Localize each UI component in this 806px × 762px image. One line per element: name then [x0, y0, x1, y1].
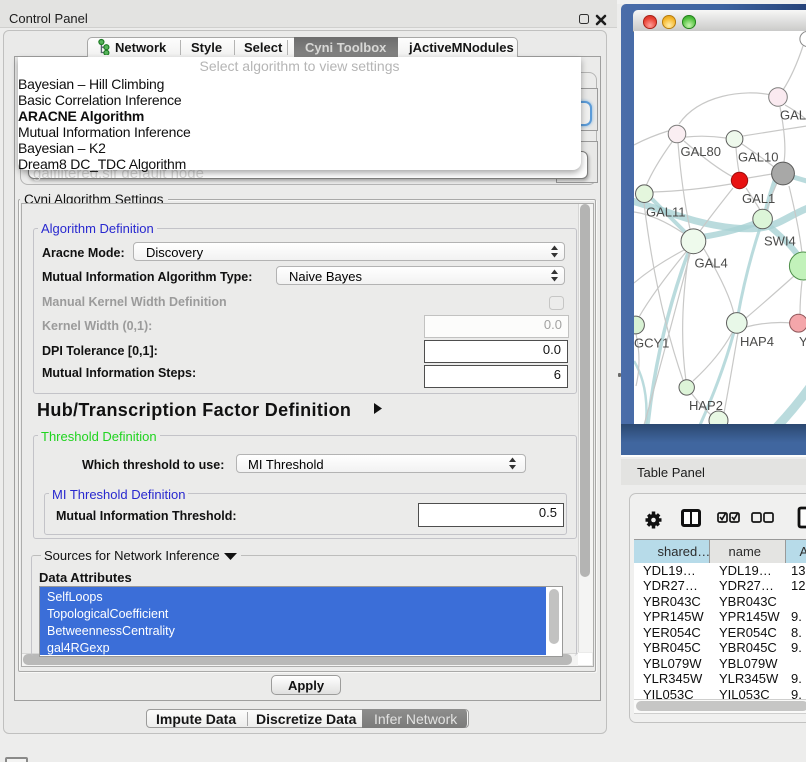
svg-text:GAL11: GAL11: [646, 205, 686, 220]
svg-text:SWI4: SWI4: [764, 234, 796, 249]
svg-text:HAP2: HAP2: [689, 398, 723, 413]
svg-text:GAL4: GAL4: [694, 256, 727, 271]
svg-text:YJ: YJ: [799, 334, 806, 349]
svg-text:GAL7: GAL7: [780, 108, 806, 123]
svg-text:GAL80: GAL80: [680, 144, 720, 159]
svg-text:HAP4: HAP4: [740, 334, 774, 349]
svg-text:GAL10: GAL10: [738, 150, 778, 165]
svg-text:GCY1: GCY1: [634, 336, 669, 351]
svg-text:GAL1: GAL1: [742, 191, 775, 206]
